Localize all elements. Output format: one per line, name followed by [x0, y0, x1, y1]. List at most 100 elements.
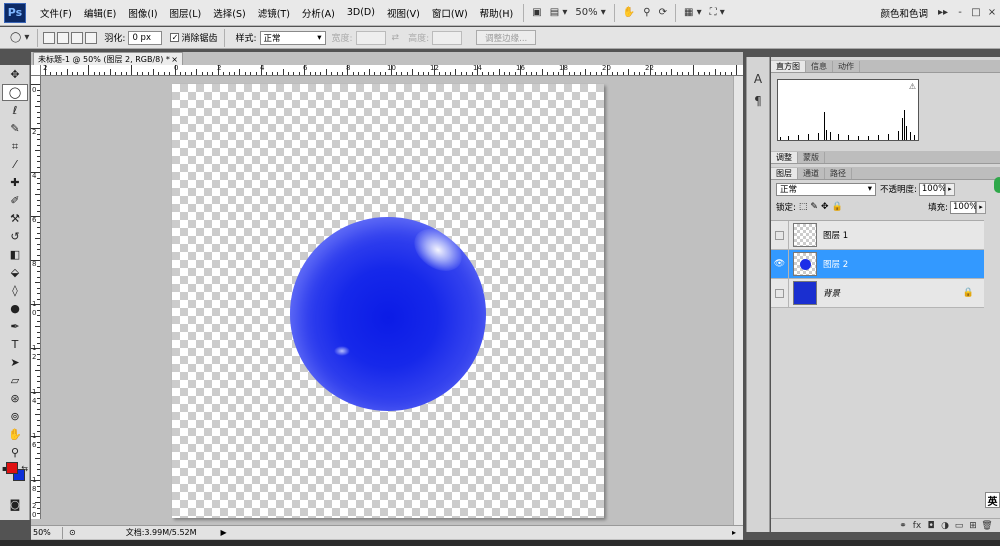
add-selection-icon[interactable]: [57, 31, 70, 44]
menu-help[interactable]: 帮助(H): [474, 6, 520, 20]
eraser-tool-icon[interactable]: ◧: [2, 246, 28, 263]
3d-rotate-tool-icon[interactable]: ⊛: [2, 390, 28, 407]
tab-channels[interactable]: 通道: [798, 168, 825, 179]
vertical-scrollbar[interactable]: [733, 76, 743, 525]
menu-analysis[interactable]: 分析(A): [296, 6, 341, 20]
scroll-right-arrow[interactable]: ▸: [725, 528, 743, 537]
fill-slider-arrow[interactable]: ▸: [976, 200, 986, 214]
menu-select[interactable]: 选择(S): [207, 6, 251, 20]
new-layer-icon[interactable]: ⊞: [966, 521, 980, 531]
menu-filter[interactable]: 滤镜(T): [252, 6, 296, 20]
intersect-selection-icon[interactable]: [85, 31, 98, 44]
tab-adjustments[interactable]: 调整: [771, 152, 798, 163]
lock-pixels-icon[interactable]: ✎: [810, 202, 818, 212]
close-icon[interactable]: ×: [171, 55, 178, 64]
elliptical-marquee-tool-icon[interactable]: ◯: [2, 84, 28, 101]
tab-info[interactable]: 信息: [806, 61, 833, 72]
visibility-toggle[interactable]: [771, 278, 789, 308]
foreground-color-swatch[interactable]: [6, 462, 18, 474]
tab-paths[interactable]: 路径: [825, 168, 852, 179]
quick-selection-tool-icon[interactable]: ✎: [2, 120, 28, 137]
zoom-icon[interactable]: ⚲: [639, 4, 654, 22]
crop-tool-icon[interactable]: ⌗: [2, 138, 28, 155]
dodge-tool-icon[interactable]: ●: [2, 300, 28, 317]
fill-input[interactable]: 100%: [950, 200, 977, 214]
3d-orbit-tool-icon[interactable]: ⊚: [2, 408, 28, 425]
close-button[interactable]: ×: [984, 7, 1000, 18]
tab-histogram[interactable]: 直方图: [771, 61, 806, 72]
status-zoom-field[interactable]: 50%: [31, 526, 63, 539]
lock-transparency-icon[interactable]: ⬚: [799, 202, 808, 212]
ellipse-marquee-preset-icon[interactable]: ◯ ▾: [6, 29, 33, 47]
adjustment-layer-icon[interactable]: ◑: [938, 521, 952, 531]
history-brush-tool-icon[interactable]: ↺: [2, 228, 28, 245]
opacity-slider-arrow[interactable]: ▸: [944, 182, 955, 196]
menu-view[interactable]: 视图(V): [381, 6, 426, 20]
menu-edit[interactable]: 编辑(E): [78, 6, 122, 20]
vertical-ruler[interactable]: 0 2 4 6 8 1 0 1 2 1 4 1 6 1 8 2 0: [31, 76, 41, 519]
eyedropper-tool-icon[interactable]: ⁄: [2, 156, 28, 173]
minimize-button[interactable]: -: [952, 7, 968, 18]
lasso-tool-icon[interactable]: ℓ: [2, 102, 28, 119]
hand-icon[interactable]: ✋: [619, 4, 639, 22]
arrange-documents-icon[interactable]: ▦ ▾: [680, 4, 706, 22]
status-menu-arrow[interactable]: ▶: [221, 528, 227, 537]
style-select[interactable]: 正常 ▾: [259, 30, 326, 45]
height-input[interactable]: [432, 30, 463, 45]
zoom-tool-icon[interactable]: ⚲: [2, 444, 28, 461]
menu-image[interactable]: 图像(I): [122, 6, 163, 20]
paragraph-panel-icon[interactable]: ¶: [747, 91, 769, 111]
subtract-selection-icon[interactable]: [71, 31, 84, 44]
delete-layer-icon[interactable]: 🗑: [980, 521, 994, 531]
blur-tool-icon[interactable]: ◊: [2, 282, 28, 299]
horizontal-ruler[interactable]: 2 0 2 4 6 8 10 12 14 16 18 20 22: [41, 64, 743, 76]
menu-3d[interactable]: 3D(D): [341, 7, 381, 18]
visibility-toggle[interactable]: [771, 220, 789, 250]
status-icon[interactable]: ⊙: [69, 528, 76, 537]
document-tab[interactable]: 未标题-1 @ 50% (图层 2, RGB/8) * ×: [33, 52, 183, 65]
menu-window[interactable]: 窗口(W): [426, 6, 474, 20]
layer-row-background[interactable]: 背景 🔒: [771, 278, 984, 308]
layer-row-1[interactable]: 图层 1: [771, 220, 984, 250]
lock-position-icon[interactable]: ✥: [821, 202, 829, 212]
floating-handle[interactable]: [994, 177, 1000, 193]
new-group-icon[interactable]: ▭: [952, 521, 966, 531]
swap-icon[interactable]: ⇄: [392, 33, 400, 43]
feather-input[interactable]: 0 px: [128, 30, 163, 45]
workspace-switcher[interactable]: 颜色和色调: [874, 6, 934, 20]
move-tool-icon[interactable]: ✥: [2, 66, 28, 83]
path-selection-tool-icon[interactable]: ➤: [2, 354, 28, 371]
lock-all-icon[interactable]: 🔒: [831, 202, 842, 212]
layer-row-2[interactable]: 👁 图层 2: [771, 249, 984, 279]
blend-mode-select[interactable]: 正常 ▾: [776, 182, 876, 196]
tab-actions[interactable]: 动作: [833, 61, 860, 72]
brush-tool-icon[interactable]: ✐: [2, 192, 28, 209]
pen-tool-icon[interactable]: ✒: [2, 318, 28, 335]
menu-layer[interactable]: 图层(L): [164, 6, 208, 20]
ime-indicator[interactable]: 英: [985, 492, 1000, 508]
quick-mask-icon[interactable]: ◙: [2, 496, 28, 513]
layer-style-icon[interactable]: fx: [910, 521, 924, 531]
opacity-input[interactable]: 100%: [918, 182, 946, 196]
tab-masks[interactable]: 蒙版: [798, 152, 825, 163]
character-panel-icon[interactable]: A: [747, 69, 769, 89]
bridge-icon[interactable]: ▣: [528, 4, 545, 22]
healing-brush-tool-icon[interactable]: ✚: [2, 174, 28, 191]
width-input[interactable]: [355, 30, 386, 45]
hand-tool-icon[interactable]: ✋: [2, 426, 28, 443]
ruler-origin[interactable]: [31, 65, 41, 76]
menu-file[interactable]: 文件(F): [34, 6, 78, 20]
paint-bucket-tool-icon[interactable]: ⬙: [2, 264, 28, 281]
workspace-chevron-icon[interactable]: ▸▸: [934, 4, 952, 22]
tab-layers[interactable]: 图层: [771, 168, 798, 179]
clone-stamp-tool-icon[interactable]: ⚒: [2, 210, 28, 227]
link-layers-icon[interactable]: ⚭: [896, 521, 910, 531]
type-tool-icon[interactable]: T: [2, 336, 28, 353]
warning-icon[interactable]: ⚠: [909, 82, 916, 91]
shape-tool-icon[interactable]: ▱: [2, 372, 28, 389]
restore-button[interactable]: □: [968, 7, 984, 18]
eye-icon[interactable]: 👁: [771, 249, 789, 279]
rotate-view-icon[interactable]: ⟳: [655, 4, 671, 22]
screen-mode-icon[interactable]: ⛶ ▾: [706, 4, 729, 22]
refine-edge-button[interactable]: 调整边缘...: [476, 30, 537, 45]
